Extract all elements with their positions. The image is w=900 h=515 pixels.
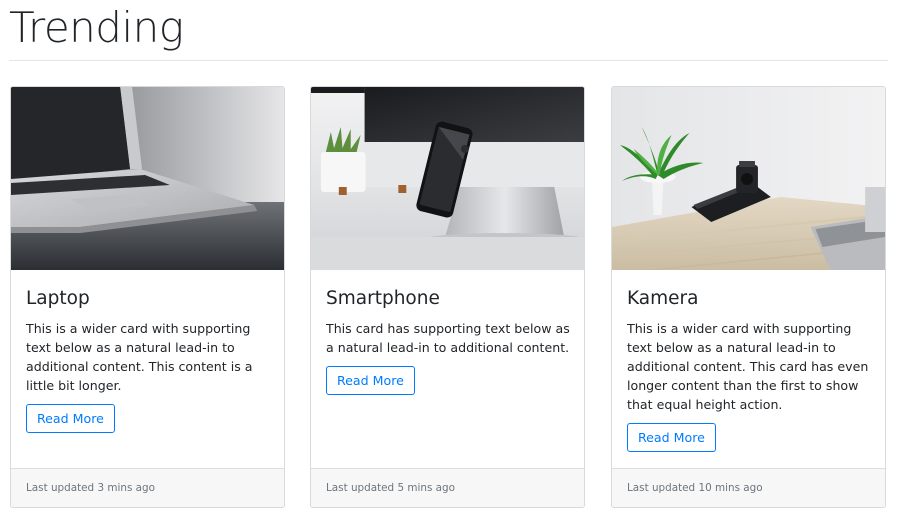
- card-title: Kamera: [627, 288, 699, 309]
- card-footer: Last updated 10 mins ago: [612, 468, 885, 507]
- read-more-button[interactable]: Read More: [326, 366, 415, 395]
- last-updated-text: Last updated 10 mins ago: [627, 482, 763, 494]
- page-title: Trending: [9, 3, 184, 52]
- card-footer: Last updated 3 mins ago: [11, 468, 284, 507]
- card-body: Smartphone This card has supporting text…: [326, 287, 572, 395]
- card-footer: Last updated 5 mins ago: [311, 468, 584, 507]
- card-body: Laptop This is a wider card with support…: [26, 287, 272, 433]
- last-updated-text: Last updated 5 mins ago: [326, 482, 456, 494]
- card-title: Smartphone: [326, 288, 440, 309]
- last-updated-text: Last updated 3 mins ago: [26, 482, 156, 494]
- card-text: This is a wider card with supporting tex…: [26, 321, 253, 393]
- camera-desk-image: [612, 87, 885, 270]
- card-body: Kamera This is a wider card with support…: [627, 287, 873, 452]
- card-kamera: Kamera This is a wider card with support…: [611, 86, 886, 508]
- read-more-button[interactable]: Read More: [26, 404, 115, 433]
- laptop-image: [11, 87, 284, 270]
- card-text: This card has supporting text below as a…: [326, 321, 570, 355]
- title-divider: [9, 60, 888, 61]
- read-more-button[interactable]: Read More: [627, 423, 716, 452]
- smartphone-image: [311, 87, 584, 270]
- card-title: Laptop: [26, 288, 90, 309]
- card-text: This is a wider card with supporting tex…: [627, 321, 869, 412]
- card-laptop: Laptop This is a wider card with support…: [10, 86, 285, 508]
- card-smartphone: Smartphone This card has supporting text…: [310, 86, 585, 508]
